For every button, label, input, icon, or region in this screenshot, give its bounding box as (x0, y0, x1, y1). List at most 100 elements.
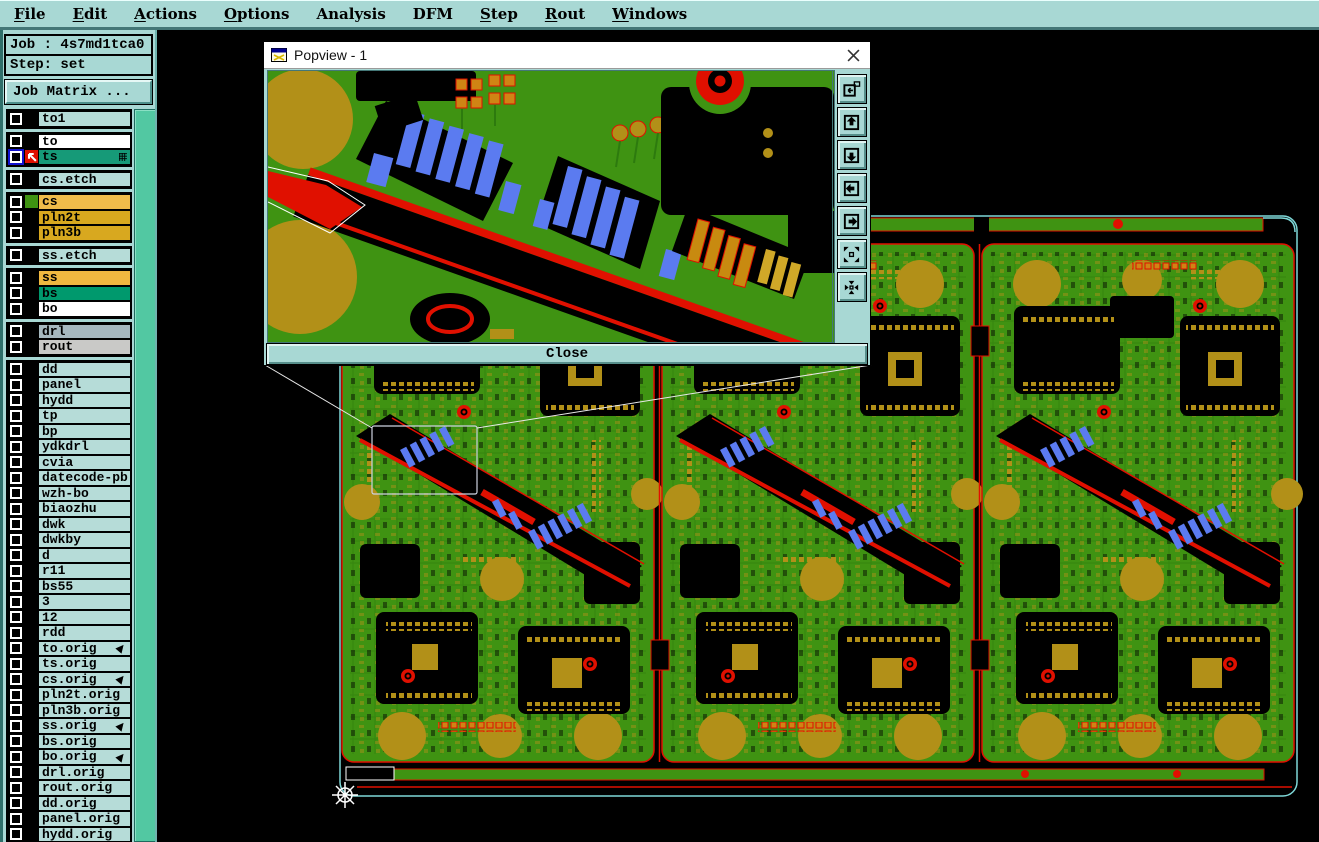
layer-visibility-checkbox[interactable] (10, 580, 22, 593)
layer-visibility-checkbox[interactable] (10, 271, 22, 284)
layer-visibility-checkbox[interactable] (10, 502, 22, 515)
menu-item-analysis[interactable]: Analysis (317, 5, 386, 23)
layer-visibility-checkbox[interactable] (10, 249, 22, 262)
layer-color-swatch[interactable] (25, 455, 38, 469)
layer-color-swatch[interactable] (25, 517, 38, 531)
layer-row-cs[interactable]: cs (8, 194, 130, 210)
layer-row-ss[interactable]: ss (8, 270, 130, 286)
layer-row-rout.orig[interactable]: rout.orig (8, 780, 130, 796)
layer-visibility-checkbox[interactable] (10, 487, 22, 500)
layer-row-ydkdrl[interactable]: ydkdrl (8, 439, 130, 455)
layer-color-swatch[interactable] (25, 579, 38, 593)
layer-row-hydd[interactable]: hydd (8, 392, 130, 408)
layer-color-swatch[interactable] (25, 703, 38, 717)
layer-color-swatch[interactable] (25, 302, 38, 316)
menu-item-rout[interactable]: Rout (545, 5, 585, 23)
layer-color-swatch[interactable] (25, 112, 38, 126)
layer-row-pln3b[interactable]: pln3b (8, 225, 130, 241)
menu-item-file[interactable]: File (14, 5, 46, 23)
center-view-button[interactable] (836, 272, 867, 302)
layer-row-bo.orig[interactable]: bo.orig (8, 749, 130, 765)
menu-item-options[interactable]: Options (224, 5, 290, 23)
layer-visibility-checkbox[interactable] (10, 611, 22, 624)
active-layer-cursor-icon[interactable] (25, 150, 38, 164)
layer-visibility-checkbox[interactable] (10, 828, 22, 841)
layer-row-panel[interactable]: panel (8, 377, 130, 393)
layer-visibility-checkbox[interactable] (10, 456, 22, 469)
layer-row-ts.orig[interactable]: ts.orig (8, 656, 130, 672)
layer-visibility-checkbox[interactable] (10, 595, 22, 608)
layer-row-bs[interactable]: bs (8, 285, 130, 301)
layer-color-swatch[interactable] (25, 486, 38, 500)
layer-row-drl.orig[interactable]: drl.orig (8, 764, 130, 780)
layer-visibility-checkbox[interactable] (10, 533, 22, 546)
layer-visibility-checkbox[interactable] (10, 626, 22, 639)
layer-row-ss.orig[interactable]: ss.orig (8, 718, 130, 734)
layer-color-swatch[interactable] (25, 226, 38, 240)
layer-row-bp[interactable]: bp (8, 423, 130, 439)
layer-visibility-checkbox[interactable] (10, 302, 22, 315)
layer-visibility-checkbox[interactable] (10, 549, 22, 562)
layer-color-swatch[interactable] (25, 424, 38, 438)
layer-row-rdd[interactable]: rdd (8, 625, 130, 641)
layer-row-ts[interactable]: ts (8, 149, 130, 165)
layer-color-swatch[interactable] (25, 210, 38, 224)
layer-row-dwk[interactable]: dwk (8, 516, 130, 532)
menu-item-actions[interactable]: Actions (134, 5, 197, 23)
layer-row-tp[interactable]: tp (8, 408, 130, 424)
layer-color-swatch[interactable] (25, 362, 38, 376)
pan-left-button[interactable] (836, 173, 867, 203)
layer-visibility-checkbox[interactable] (10, 394, 22, 407)
layer-visibility-checkbox[interactable] (10, 211, 22, 224)
layer-visibility-checkbox[interactable] (10, 195, 22, 208)
layer-row-to[interactable]: to (8, 133, 130, 149)
layer-color-swatch[interactable] (25, 471, 38, 485)
layer-row-pln3b.orig[interactable]: pln3b.orig (8, 702, 130, 718)
layer-row-drl[interactable]: drl (8, 323, 130, 339)
layer-row-to.orig[interactable]: to.orig (8, 640, 130, 656)
layer-visibility-checkbox[interactable] (10, 378, 22, 391)
pan-right-button[interactable] (836, 206, 867, 236)
layer-row-wzh-bo[interactable]: wzh-bo (8, 485, 130, 501)
layer-color-swatch[interactable] (25, 595, 38, 609)
pan-down-button[interactable] (836, 140, 867, 170)
layer-row-r11[interactable]: r11 (8, 563, 130, 579)
layer-row-cvia[interactable]: cvia (8, 454, 130, 470)
layer-row-d[interactable]: d (8, 547, 130, 563)
job-matrix-button[interactable]: Job Matrix ... (4, 79, 153, 105)
popview-canvas[interactable] (267, 70, 835, 343)
layer-row-panel.orig[interactable]: panel.orig (8, 811, 130, 827)
layer-color-swatch[interactable] (25, 812, 38, 826)
layer-color-swatch[interactable] (25, 719, 38, 733)
pan-up-button[interactable] (836, 107, 867, 137)
layer-color-swatch[interactable] (25, 409, 38, 423)
layer-color-swatch[interactable] (25, 688, 38, 702)
layer-color-swatch[interactable] (25, 502, 38, 516)
layer-color-swatch[interactable] (25, 340, 38, 354)
layer-visibility-checkbox[interactable] (10, 363, 22, 376)
menu-item-windows[interactable]: Windows (612, 5, 687, 23)
layer-row-cs.etch[interactable]: cs.etch (8, 171, 130, 187)
layer-color-swatch[interactable] (25, 827, 38, 841)
layer-visibility-checkbox[interactable] (10, 704, 22, 717)
layer-color-swatch[interactable] (25, 657, 38, 671)
layer-visibility-checkbox[interactable] (10, 812, 22, 825)
layer-visibility-checkbox[interactable] (10, 471, 22, 484)
expand-view-button[interactable] (836, 239, 867, 269)
layer-visibility-checkbox[interactable] (10, 440, 22, 453)
layer-row-dwkby[interactable]: dwkby (8, 532, 130, 548)
layer-color-swatch[interactable] (25, 271, 38, 285)
layer-row-rout[interactable]: rout (8, 339, 130, 355)
menu-item-dfm[interactable]: DFM (413, 5, 453, 23)
layer-visibility-checkbox[interactable] (10, 173, 22, 186)
layer-row-3[interactable]: 3 (8, 594, 130, 610)
layer-color-swatch[interactable] (25, 641, 38, 655)
layer-visibility-checkbox[interactable] (10, 340, 22, 353)
layer-row-dd.orig[interactable]: dd.orig (8, 795, 130, 811)
layer-row-ss.etch[interactable]: ss.etch (8, 247, 130, 263)
layer-visibility-checkbox[interactable] (10, 518, 22, 531)
layer-visibility-checkbox[interactable] (10, 766, 22, 779)
layer-visibility-checkbox[interactable] (10, 409, 22, 422)
layer-color-swatch[interactable] (25, 440, 38, 454)
layer-color-swatch[interactable] (25, 286, 38, 300)
